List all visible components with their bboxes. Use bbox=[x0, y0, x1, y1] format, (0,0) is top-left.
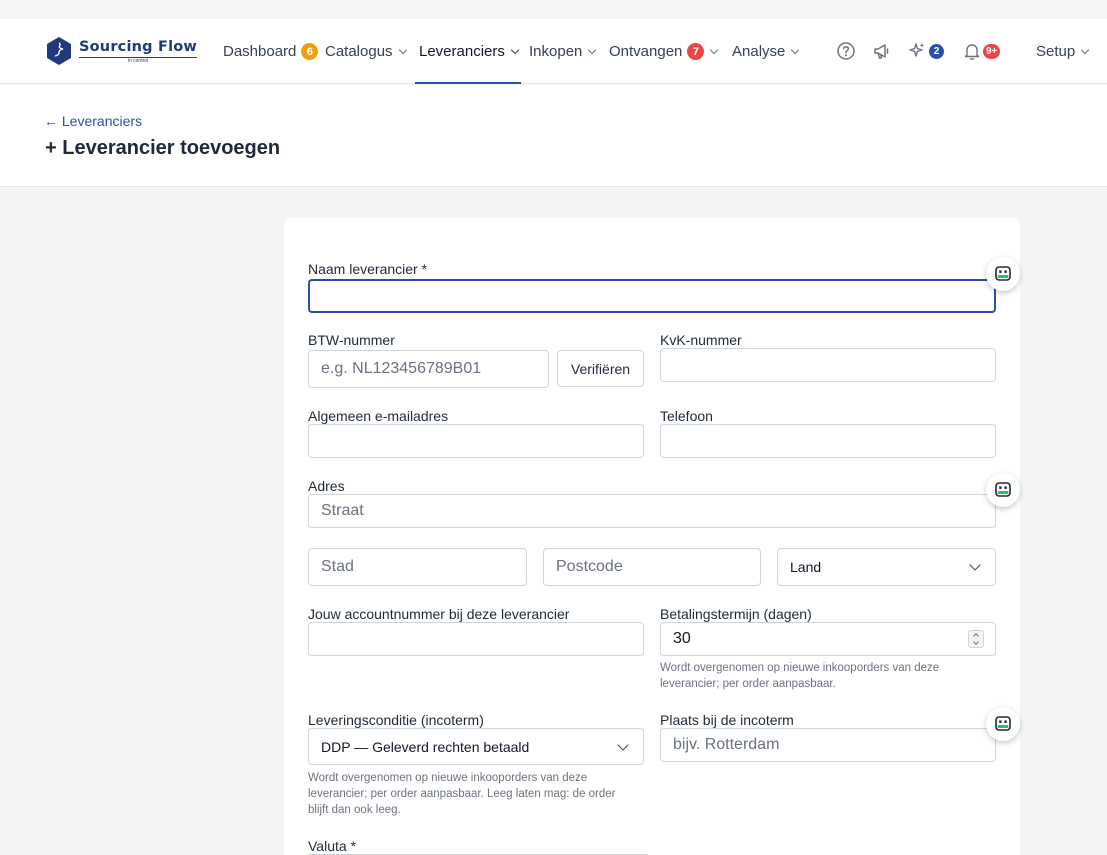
postcode-input[interactable] bbox=[543, 548, 761, 586]
account-number-input[interactable] bbox=[308, 622, 644, 656]
nav-inkopen[interactable]: Inkopen bbox=[529, 43, 597, 60]
payment-terms-label: Betalingstermijn (dagen) bbox=[660, 606, 812, 622]
kvk-number-label: KvK-nummer bbox=[660, 332, 742, 348]
supplier-form-card: Naam leverancier * BTW-nummer Verifiëren… bbox=[284, 218, 1020, 855]
kvk-number-input[interactable] bbox=[660, 348, 996, 382]
vat-number-label: BTW-nummer bbox=[308, 332, 395, 348]
country-select[interactable]: Land bbox=[777, 548, 996, 586]
payment-terms-hint: Wordt overgenomen op nieuwe inkooporders… bbox=[660, 662, 940, 690]
robot-assistant-icon[interactable] bbox=[986, 257, 1020, 291]
chevron-down-icon bbox=[398, 45, 407, 54]
country-select-value: Land bbox=[790, 559, 822, 575]
chevron-down-icon bbox=[617, 739, 629, 751]
logo-hexagon-icon bbox=[47, 37, 71, 65]
nav-analyse[interactable]: Analyse bbox=[732, 43, 800, 60]
nav-inkopen-label: Inkopen bbox=[529, 43, 583, 60]
bell-icon[interactable] bbox=[962, 41, 982, 61]
robot-face-icon bbox=[995, 482, 1011, 497]
incoterm-label: Leveringsconditie (incoterm) bbox=[308, 712, 484, 728]
page-title: + Leverancier toevoegen bbox=[45, 137, 281, 159]
logo-name: Sourcing Flow bbox=[79, 38, 198, 55]
payment-terms-input[interactable] bbox=[660, 622, 996, 656]
back-to-leveranciers-link[interactable]: ← Leveranciers bbox=[44, 113, 142, 129]
robot-face-icon bbox=[995, 266, 1011, 281]
ontvangen-count-badge: 7 bbox=[687, 43, 705, 60]
incoterm-select-value: DDP — Geleverd rechten betaald bbox=[321, 738, 530, 755]
nav-setup-label: Setup bbox=[1036, 43, 1076, 60]
incoterm-hint: Wordt overgenomen op nieuwe inkooporders… bbox=[308, 772, 616, 816]
nav-dashboard[interactable]: Dashboard 6 bbox=[223, 43, 319, 60]
chevron-down-icon bbox=[588, 45, 597, 54]
currency-label: Valuta * bbox=[308, 838, 356, 854]
nav-analyse-label: Analyse bbox=[732, 43, 786, 60]
nav-leveranciers[interactable]: Leveranciers bbox=[419, 43, 520, 60]
dashboard-count-badge: 6 bbox=[301, 43, 319, 60]
verify-vat-button[interactable]: Verifiëren bbox=[557, 350, 644, 387]
street-input[interactable] bbox=[308, 494, 996, 528]
logo-tagline: in control bbox=[79, 56, 198, 64]
address-label: Adres bbox=[308, 478, 345, 494]
phone-input[interactable] bbox=[660, 424, 996, 458]
nav-ontvangen[interactable]: Ontvangen 7 bbox=[609, 43, 719, 60]
email-label: Algemeen e-mailadres bbox=[308, 408, 449, 424]
chevron-down-icon bbox=[1080, 45, 1090, 54]
chevron-down-icon bbox=[973, 639, 979, 645]
number-stepper[interactable] bbox=[968, 630, 984, 648]
active-tab-underline bbox=[415, 82, 521, 84]
app-logo[interactable]: Sourcing Flow in control bbox=[45, 35, 198, 67]
ai-count-badge: 2 bbox=[929, 44, 944, 59]
incoterm-place-label: Plaats bij de incoterm bbox=[660, 712, 794, 728]
robot-face-icon bbox=[995, 716, 1011, 731]
nav-catalogus[interactable]: Catalogus bbox=[325, 43, 407, 60]
robot-assistant-icon[interactable] bbox=[986, 473, 1020, 507]
help-circle-icon[interactable] bbox=[836, 41, 856, 61]
phone-label: Telefoon bbox=[660, 408, 713, 424]
city-input[interactable] bbox=[308, 548, 527, 586]
top-navbar: Sourcing Flow in control Dashboard 6 Cat… bbox=[0, 19, 1107, 84]
nav-leveranciers-label: Leveranciers bbox=[419, 43, 505, 60]
notifications-count-badge: 9+ bbox=[983, 44, 1001, 59]
supplier-name-label: Naam leverancier * bbox=[308, 261, 428, 277]
sparkles-icon[interactable] bbox=[907, 41, 927, 61]
page-header: ← Leveranciers + Leverancier toevoegen bbox=[0, 85, 1107, 187]
nav-setup[interactable]: Setup bbox=[1036, 43, 1090, 60]
payment-terms-field bbox=[660, 622, 996, 656]
supplier-name-input[interactable] bbox=[308, 279, 996, 313]
vat-number-input[interactable] bbox=[308, 350, 549, 388]
email-input[interactable] bbox=[308, 424, 644, 458]
incoterm-select[interactable]: DDP — Geleverd rechten betaald bbox=[308, 728, 644, 765]
chevron-down-icon bbox=[510, 45, 520, 54]
nav-catalogus-label: Catalogus bbox=[325, 43, 393, 60]
megaphone-icon[interactable] bbox=[872, 41, 892, 61]
incoterm-place-input[interactable] bbox=[660, 728, 996, 762]
chevron-up-icon bbox=[973, 633, 979, 639]
chevron-down-icon bbox=[969, 559, 981, 571]
nav-ontvangen-label: Ontvangen bbox=[609, 43, 683, 60]
robot-assistant-icon[interactable] bbox=[986, 707, 1020, 741]
chevron-down-icon bbox=[791, 45, 800, 54]
top-strip bbox=[0, 0, 1107, 19]
nav-dashboard-label: Dashboard bbox=[223, 43, 297, 60]
account-number-label: Jouw accountnummer bij deze leverancier bbox=[308, 606, 570, 622]
chevron-down-icon bbox=[710, 45, 719, 54]
